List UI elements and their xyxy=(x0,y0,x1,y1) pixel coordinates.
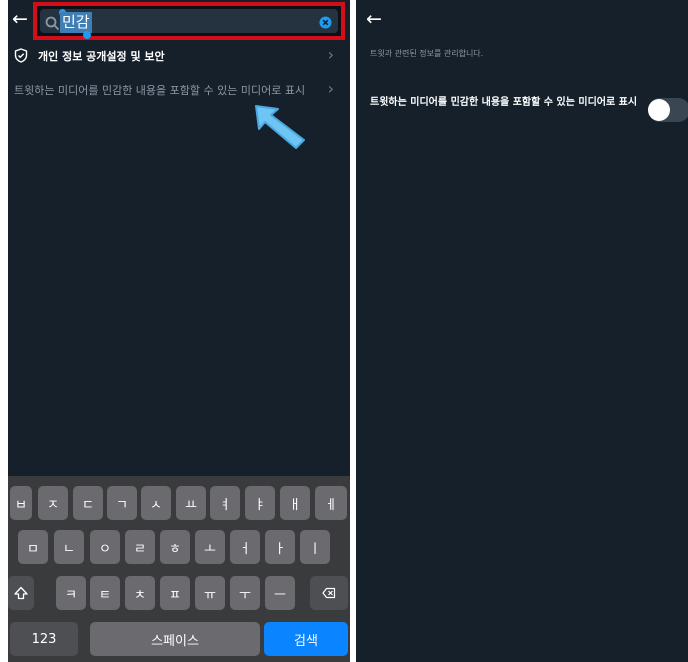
key[interactable]: ㄱ xyxy=(107,486,137,520)
chevron-right-icon: › xyxy=(327,45,334,64)
search-query: 민감 xyxy=(60,12,92,33)
key[interactable]: ㅑ xyxy=(245,486,275,520)
key[interactable]: ㅓ xyxy=(230,530,260,564)
result-label: 개인 정보 공개설정 및 보안 xyxy=(38,50,165,63)
key[interactable]: ㅂ xyxy=(10,486,32,520)
search-screen: ← 민감 개인 정보 공개설정 및 보안 › 트윗하는 미디어를 민감한 내용을… xyxy=(8,0,350,662)
key[interactable]: ㅔ xyxy=(315,486,347,520)
settings-screen: ← 트윗과 관련된 정보를 관리합니다. 트윗하는 미디어를 민감한 내용을 포… xyxy=(356,0,688,662)
shift-icon xyxy=(14,586,28,600)
result-privacy-security[interactable]: 개인 정보 공개설정 및 보안 › xyxy=(8,42,350,70)
key[interactable]: ㅈ xyxy=(38,486,68,520)
key[interactable]: ㅗ xyxy=(195,530,225,564)
key[interactable]: ㄴ xyxy=(54,530,84,564)
key[interactable]: ㄷ xyxy=(73,486,103,520)
backspace-key[interactable] xyxy=(310,576,348,610)
key[interactable]: ㅅ xyxy=(141,486,171,520)
result-sensitive-media[interactable]: 트윗하는 미디어를 민감한 내용을 포함할 수 있는 미디어로 표시 › xyxy=(8,76,350,104)
section-description: 트윗과 관련된 정보를 관리합니다. xyxy=(370,49,484,58)
back-arrow-icon[interactable]: ← xyxy=(12,9,28,29)
chevron-right-icon: › xyxy=(327,79,334,98)
key[interactable]: ㅋ xyxy=(56,576,86,610)
search-highlight-box: 민감 xyxy=(33,2,345,40)
korean-keyboard: ㅂ ㅈ ㄷ ㄱ ㅅ ㅛ ㅕ ㅑ ㅐ ㅔ ㅁ ㄴ ㅇ ㄹ ㅎ ㅗ ㅓ ㅏ ㅣ ㅋ … xyxy=(8,476,350,662)
key[interactable]: ㅎ xyxy=(160,530,190,564)
key[interactable]: ㅛ xyxy=(176,486,206,520)
back-arrow-icon[interactable]: ← xyxy=(366,9,382,29)
selection-handle-end[interactable] xyxy=(83,31,91,39)
key[interactable]: ㅕ xyxy=(210,486,240,520)
pointer-arrow-icon xyxy=(255,105,305,149)
shift-key[interactable] xyxy=(8,576,34,610)
numbers-key[interactable]: 123 xyxy=(10,622,78,656)
key[interactable]: ㅣ xyxy=(300,530,330,564)
sensitive-media-setting-label: 트윗하는 미디어를 민감한 내용을 포함할 수 있는 미디어로 표시 xyxy=(370,97,638,108)
key[interactable]: ㅡ xyxy=(265,576,295,610)
key[interactable]: ㄹ xyxy=(125,530,155,564)
key[interactable]: ㅁ xyxy=(18,530,48,564)
backspace-icon xyxy=(322,587,336,599)
search-icon xyxy=(45,16,59,30)
space-key[interactable]: 스페이스 xyxy=(90,622,260,656)
sensitive-media-toggle[interactable] xyxy=(648,98,688,122)
key[interactable]: ㅇ xyxy=(90,530,120,564)
key[interactable]: ㅏ xyxy=(265,530,295,564)
toggle-knob xyxy=(648,99,670,121)
key[interactable]: ㅊ xyxy=(125,576,155,610)
key[interactable]: ㅍ xyxy=(160,576,190,610)
shield-icon xyxy=(14,48,28,63)
search-input[interactable]: 민감 xyxy=(40,9,338,39)
key[interactable]: ㅌ xyxy=(90,576,120,610)
key[interactable]: ㅠ xyxy=(195,576,225,610)
search-key[interactable]: 검색 xyxy=(264,622,348,656)
key[interactable]: ㅜ xyxy=(230,576,260,610)
clear-search-icon[interactable] xyxy=(319,16,332,29)
result-label: 트윗하는 미디어를 민감한 내용을 포함할 수 있는 미디어로 표시 xyxy=(14,84,306,97)
key[interactable]: ㅐ xyxy=(280,486,310,520)
